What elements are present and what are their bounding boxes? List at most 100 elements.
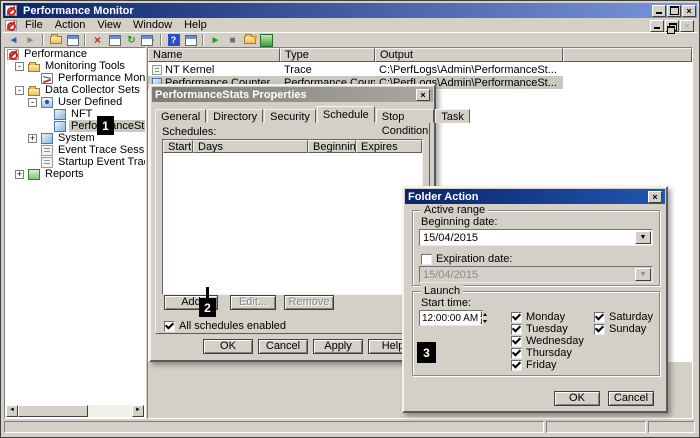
start-time-spinner[interactable]: 12:00:00 AM [419, 310, 483, 326]
tree-item-reports[interactable]: + Reports [5, 168, 145, 180]
column-header-expires[interactable]: Expires [356, 140, 422, 153]
tab-stop-condition[interactable]: Stop Condition [376, 109, 434, 123]
show-console-tree-icon[interactable] [65, 34, 80, 47]
sunday-checkbox-row[interactable]: Sunday [594, 323, 646, 335]
ok-button[interactable]: OK [203, 339, 253, 354]
latest-report-icon[interactable] [259, 34, 274, 47]
schedules-list[interactable]: Start Days Beginning Expires [162, 139, 423, 295]
column-header-output[interactable]: Output [375, 48, 563, 62]
list-row-nt-kernel[interactable]: NT Kernel Trace C:\PerfLogs\Admin\Perfor… [148, 63, 563, 76]
column-header-start[interactable]: Start [163, 140, 193, 153]
stop-data-collector-icon[interactable]: ■ [225, 34, 240, 47]
ok-button[interactable]: OK [554, 391, 600, 406]
saturday-checkbox-row[interactable]: Saturday [594, 311, 653, 323]
cancel-button[interactable]: Cancel [258, 339, 308, 354]
export-list-icon[interactable]: ► [141, 34, 156, 47]
help-icon[interactable]: ? [166, 34, 181, 47]
tree-item-nft[interactable]: NFT [5, 108, 145, 120]
menu-view[interactable]: View [91, 19, 127, 32]
tree-item-data-collector-sets[interactable]: - Data Collector Sets [5, 84, 145, 96]
expand-icon[interactable]: + [28, 134, 37, 143]
checkbox-checked-icon[interactable] [511, 360, 522, 371]
tree-horizontal-scrollbar[interactable]: ◄ ► [6, 405, 144, 417]
dropdown-icon[interactable]: ▼ [635, 231, 651, 244]
tab-general[interactable]: General [155, 109, 206, 123]
column-header-name[interactable]: Name [148, 48, 280, 62]
data-collector-set-icon [54, 121, 66, 132]
tree-item-startup-event-trace[interactable]: Startup Event Trace Sess [5, 156, 145, 168]
new-window-icon[interactable] [183, 34, 198, 47]
tree-item-system[interactable]: + System [5, 132, 145, 144]
column-header-beginning[interactable]: Beginning [308, 140, 356, 153]
wednesday-checkbox-row[interactable]: Wednesday [511, 335, 584, 347]
spin-up-icon[interactable] [480, 311, 482, 317]
refresh-icon[interactable]: ↻ [124, 34, 139, 47]
checkbox-checked-icon[interactable] [511, 348, 522, 359]
start-time-label: Start time: [421, 297, 471, 309]
start-data-collector-icon[interactable]: ► [208, 34, 223, 47]
menu-window[interactable]: Window [127, 19, 178, 32]
thursday-checkbox-row[interactable]: Thursday [511, 347, 572, 359]
collapse-icon[interactable]: - [28, 98, 37, 107]
monday-checkbox-row[interactable]: Monday [511, 311, 565, 323]
tab-schedule[interactable]: Schedule [317, 106, 375, 123]
mdi-restore-button[interactable] [665, 20, 679, 32]
all-schedules-checkbox-row[interactable]: All schedules enabled [164, 320, 286, 332]
checkbox-unchecked-icon[interactable] [421, 254, 432, 265]
up-folder-icon[interactable] [48, 34, 63, 47]
properties-dialog-title: PerformanceStats Properties [155, 89, 307, 101]
cancel-button[interactable]: Cancel [608, 391, 654, 406]
checkbox-checked-icon[interactable] [511, 336, 522, 347]
tree-item-user-defined[interactable]: - User Defined [5, 96, 145, 108]
back-icon[interactable]: ◄ [6, 34, 21, 47]
column-header-days[interactable]: Days [193, 140, 308, 153]
tuesday-checkbox-row[interactable]: Tuesday [511, 323, 568, 335]
folder-action-title-bar: Folder Action × [405, 189, 665, 204]
menu-file[interactable]: File [19, 19, 49, 32]
collapse-icon[interactable]: - [15, 62, 24, 71]
friday-checkbox-row[interactable]: Friday [511, 359, 557, 371]
scrollbar-thumb[interactable] [18, 405, 88, 417]
tab-security[interactable]: Security [264, 109, 316, 123]
new-data-collector-set-icon[interactable] [242, 34, 257, 47]
tree-item-performance-monitor[interactable]: Performance Monitor [5, 72, 145, 84]
status-bar-panel-mid [546, 421, 646, 433]
spin-down-icon[interactable] [480, 318, 482, 324]
expiration-date-checkbox-row[interactable]: Expiration date: [421, 253, 512, 265]
checkbox-checked-icon[interactable] [511, 312, 522, 323]
scroll-right-icon[interactable]: ► [132, 405, 144, 417]
checkbox-checked-icon[interactable] [594, 312, 605, 323]
mdi-close-button[interactable]: × [680, 20, 694, 32]
schedules-list-header: Start Days Beginning Expires [163, 140, 422, 153]
tab-task[interactable]: Task [435, 109, 470, 123]
schedule-tab-page: Schedules: Start Days Beginning Expires … [155, 122, 430, 334]
close-icon[interactable]: × [648, 191, 662, 203]
tab-directory[interactable]: Directory [207, 109, 263, 123]
collapse-icon[interactable]: - [15, 86, 24, 95]
tree-item-event-trace-sessions[interactable]: Event Trace Sessions [5, 144, 145, 156]
remove-button[interactable]: Remove [284, 295, 334, 310]
close-button[interactable]: × [682, 5, 696, 17]
tree-item-performance[interactable]: Performance [5, 48, 145, 60]
column-header-type[interactable]: Type [280, 48, 375, 62]
properties-icon[interactable] [107, 34, 122, 47]
minimize-button[interactable] [652, 5, 666, 17]
edit-button[interactable]: Edit... [230, 295, 276, 310]
beginning-date-combobox[interactable]: 15/04/2015 ▼ [419, 229, 653, 246]
mdi-minimize-button[interactable] [650, 20, 664, 32]
menu-action[interactable]: Action [49, 19, 92, 32]
apply-button[interactable]: Apply [313, 339, 363, 354]
delete-icon[interactable]: × [90, 34, 105, 47]
scroll-left-icon[interactable]: ◄ [6, 405, 18, 417]
checkbox-checked-icon[interactable] [594, 324, 605, 335]
forward-icon[interactable]: ► [23, 34, 38, 47]
menu-help[interactable]: Help [178, 19, 213, 32]
tree-item-monitoring-tools[interactable]: - Monitoring Tools [5, 60, 145, 72]
expand-icon[interactable]: + [15, 170, 24, 179]
checkbox-checked-icon[interactable] [164, 321, 175, 332]
console-system-icon[interactable] [5, 20, 17, 31]
tree-item-performancestats[interactable]: PerformanceStats [5, 120, 145, 132]
maximize-button[interactable] [667, 5, 681, 17]
close-icon[interactable]: × [416, 89, 430, 101]
checkbox-checked-icon[interactable] [511, 324, 522, 335]
